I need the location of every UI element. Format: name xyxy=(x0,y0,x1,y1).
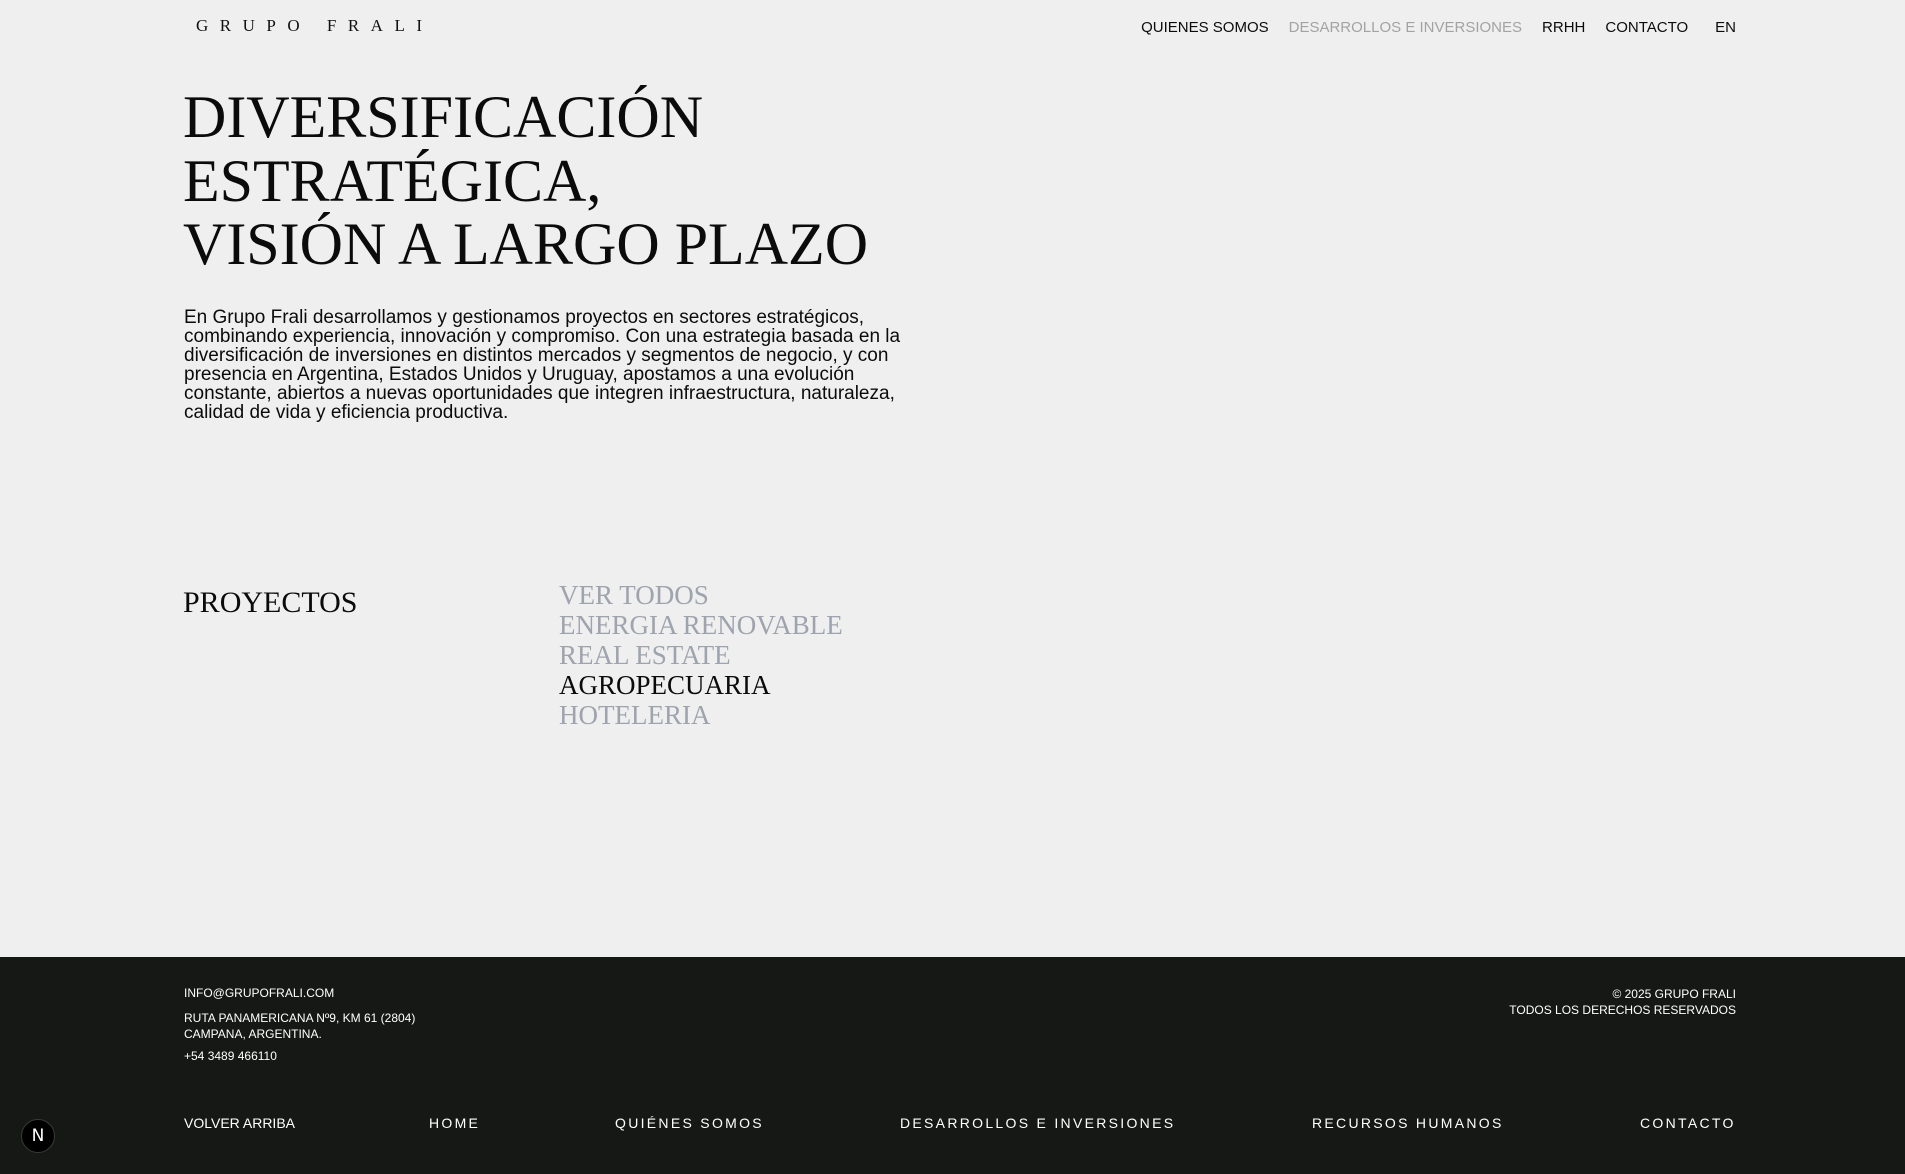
footer-email[interactable]: INFO@GRUPOFRALI.COM xyxy=(184,986,334,1000)
nav-rrhh[interactable]: RRHH xyxy=(1542,19,1585,36)
hero-title-line: VISIÓN A LARGO PLAZO xyxy=(183,211,869,277)
footer-address-line: CAMPANA, ARGENTINA. xyxy=(184,1027,322,1041)
rights-text: TODOS LOS DERECHOS RESERVADOS xyxy=(1509,1003,1736,1017)
footer: INFO@GRUPOFRALI.COM RUTA PANAMERICANA Nº… xyxy=(0,957,1905,1174)
filter-ver-todos[interactable]: VER TODOS xyxy=(559,580,843,610)
nav-quienes-somos[interactable]: QUIENES SOMOS xyxy=(1141,19,1269,36)
back-to-top-link[interactable]: VOLVER ARRIBA xyxy=(184,1115,295,1131)
logo[interactable]: GRUPO FRALI xyxy=(196,16,434,36)
footer-nav-desarrollos-inversiones[interactable]: DESARROLLOS E INVERSIONES xyxy=(900,1115,1175,1131)
project-filters: VER TODOS ENERGIA RENOVABLE REAL ESTATE … xyxy=(559,580,843,730)
copyright-text: © 2025 GRUPO FRALI xyxy=(1612,987,1736,1001)
footer-nav-contacto[interactable]: CONTACTO xyxy=(1640,1115,1736,1131)
dev-badge-icon[interactable]: N xyxy=(21,1119,55,1153)
hero-title-line: DIVERSIFICACIÓN xyxy=(183,84,704,150)
filter-agropecuaria[interactable]: AGROPECUARIA xyxy=(559,670,843,700)
filter-energia-renovable[interactable]: ENERGIA RENOVABLE xyxy=(559,610,843,640)
footer-address: RUTA PANAMERICANA Nº9, KM 61 (2804) CAMP… xyxy=(184,1010,415,1042)
main-nav: QUIENES SOMOS DESARROLLOS E INVERSIONES … xyxy=(1141,19,1736,36)
footer-phone[interactable]: +54 3489 466110 xyxy=(184,1049,277,1063)
footer-nav-home[interactable]: HOME xyxy=(429,1115,480,1131)
projects-heading: PROYECTOS xyxy=(183,586,358,619)
hero-title-line: ESTRATÉGICA, xyxy=(183,147,602,214)
language-toggle[interactable]: EN xyxy=(1715,19,1736,36)
nav-desarrollos-inversiones[interactable]: DESARROLLOS E INVERSIONES xyxy=(1289,19,1522,36)
footer-nav-quienes-somos[interactable]: QUIÉNES SOMOS xyxy=(615,1115,764,1131)
nav-contacto[interactable]: CONTACTO xyxy=(1605,19,1688,36)
hero-description: En Grupo Frali desarrollamos y gestionam… xyxy=(184,307,901,423)
footer-copyright: © 2025 GRUPO FRALI TODOS LOS DERECHOS RE… xyxy=(1509,986,1736,1018)
footer-nav-recursos-humanos[interactable]: RECURSOS HUMANOS xyxy=(1312,1115,1504,1131)
filter-real-estate[interactable]: REAL ESTATE xyxy=(559,640,843,670)
footer-address-line: RUTA PANAMERICANA Nº9, KM 61 (2804) xyxy=(184,1011,416,1025)
filter-hoteleria[interactable]: HOTELERIA xyxy=(559,700,843,730)
hero-title: DIVERSIFICACIÓN ESTRATÉGICA, VISIÓN A LA… xyxy=(183,84,869,277)
